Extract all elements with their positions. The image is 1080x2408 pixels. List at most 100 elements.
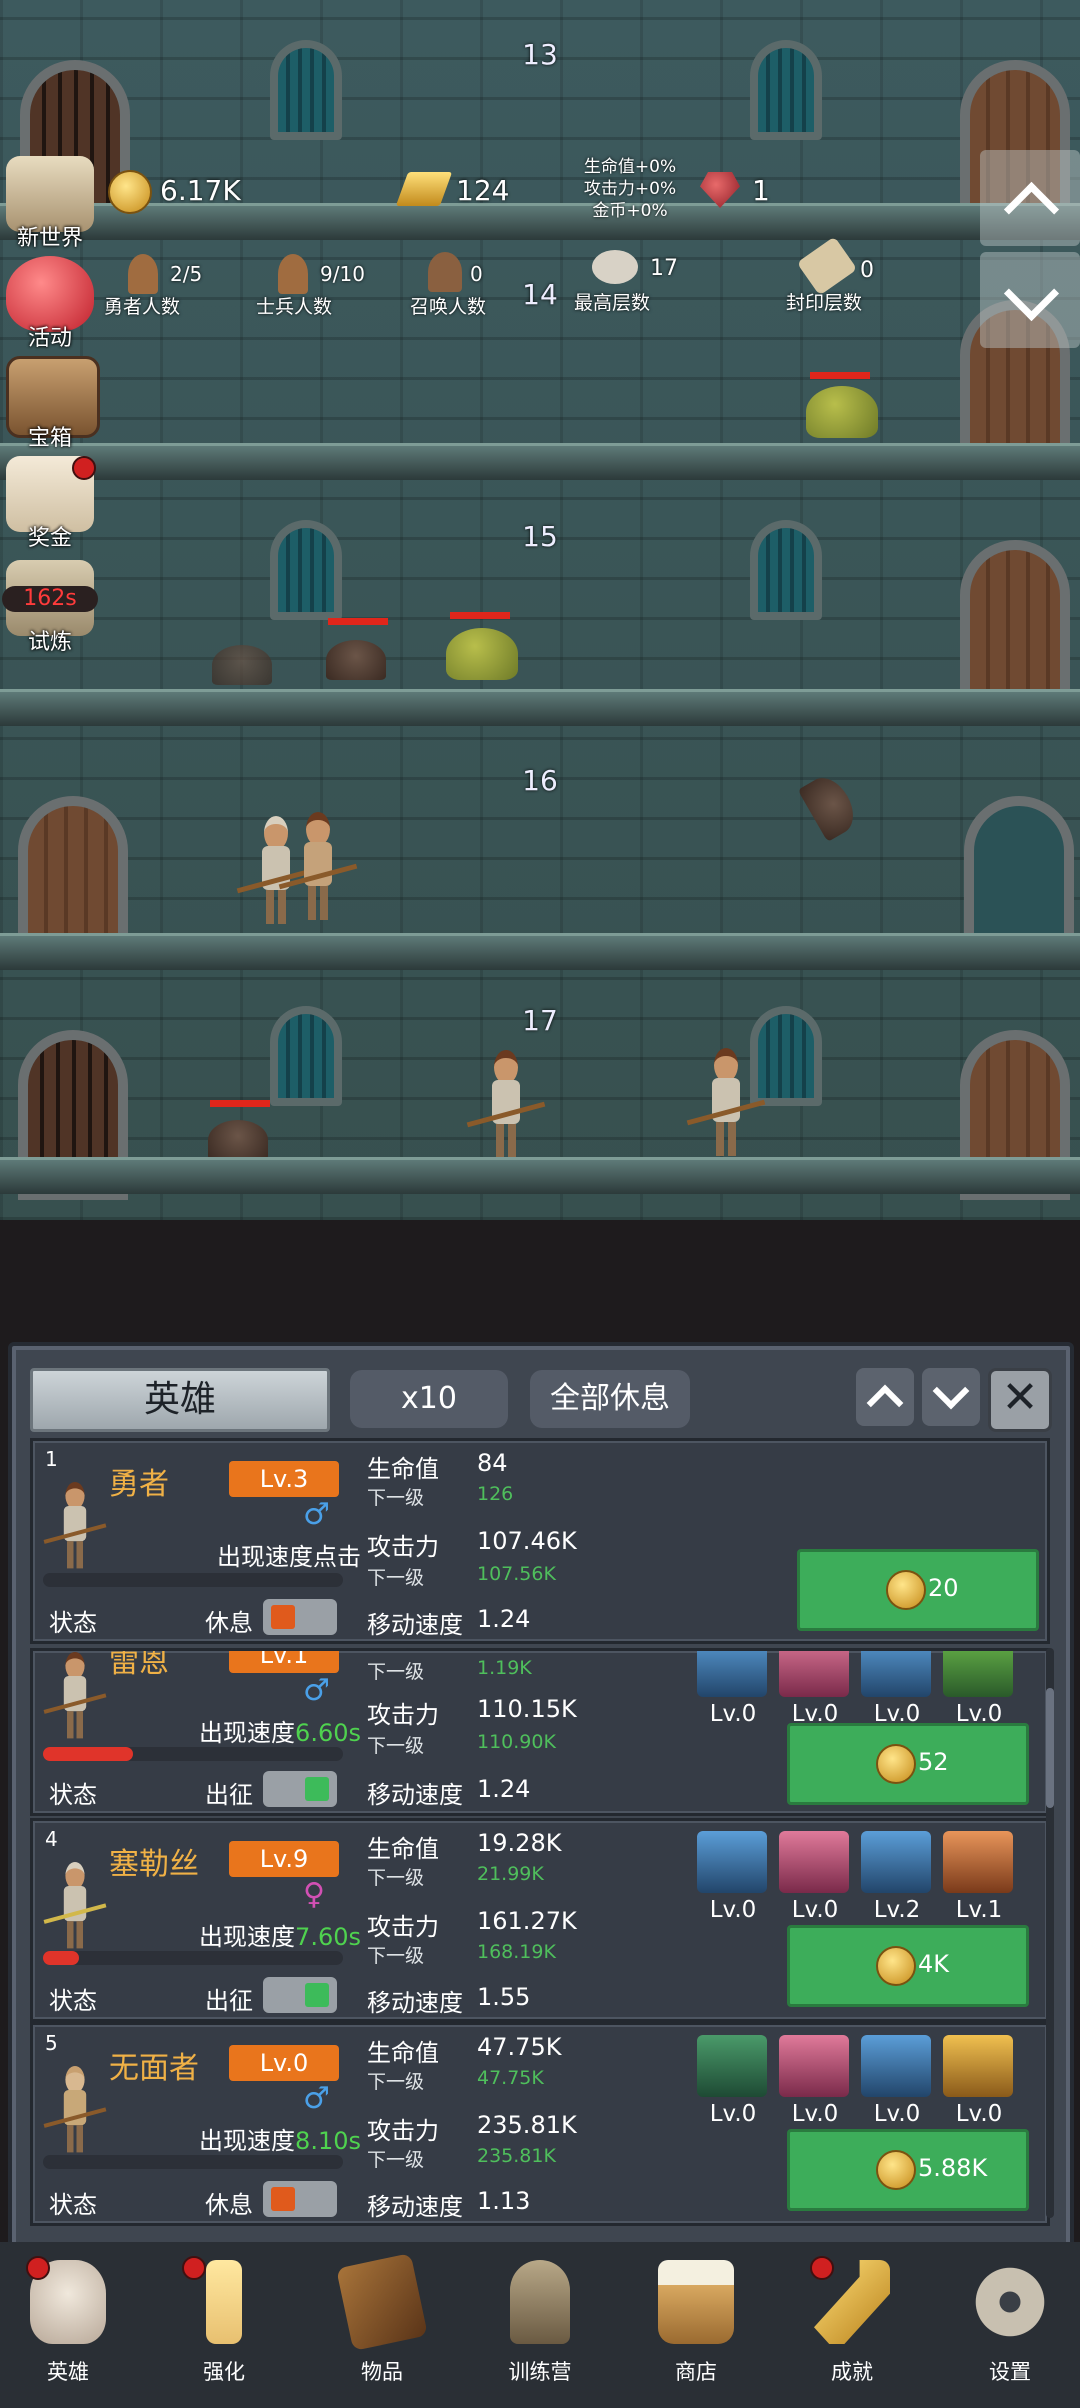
bonus-atk: 攻击力+0% [583,179,677,199]
gold-coin-icon [886,1570,926,1610]
upgrade-button[interactable]: 20 [797,1549,1039,1631]
spider-enemy[interactable] [212,645,272,685]
atk-label: 攻击力 [367,1913,439,1941]
status-label: 状态 [49,1609,97,1637]
soldier-count-label: 士兵人数 [256,296,333,318]
menu-trial[interactable]: 162s 试炼 [0,560,100,655]
blade-equip-icon[interactable] [779,2035,849,2097]
nav-enhance-label: 强化 [203,2360,245,2384]
floor-16: 16 [0,726,1080,970]
gold-coin-icon [876,1744,916,1784]
move-up-button[interactable] [856,1368,914,1426]
chains-equip-icon[interactable] [943,1831,1013,1893]
hero-rank: 1 [45,1447,58,1471]
hero-sprite[interactable] [466,1050,546,1160]
trial-timer: 162s [2,586,98,612]
chevron-up-icon [1003,181,1060,238]
hero-sprite[interactable] [278,812,358,922]
claw-equip-icon[interactable] [779,1651,849,1697]
rest-all-button[interactable]: 全部休息 [530,1370,690,1428]
floor-number: 17 [522,1004,558,1037]
notification-dot [810,2256,834,2280]
upgrade-button[interactable]: 5.88K [787,2129,1029,2211]
gold-amount: 6.17K [160,174,241,207]
slime-enemy[interactable] [446,628,518,680]
hp-label: 生命值 [367,1455,439,1483]
scroll-up-button[interactable] [980,150,1080,246]
spider-enemy[interactable] [208,1120,268,1160]
hero-card[interactable]: 4 塞勒丝 Lv.9 ♀ 出现速度7.60s 状态 出征 生命值 19.28K … [30,1818,1050,2022]
hp-label: 生命值 [367,1835,439,1863]
bonus-gold: 金币+0% [592,201,668,221]
hp-next-value: 1.19K [477,1657,532,1679]
castle-window [270,40,342,140]
next-level-label: 下一级 [367,1945,425,1967]
nav-achievements[interactable]: 成就 [792,2252,912,2402]
equip-level: Lv.0 [709,2101,757,2127]
atk-value: 107.46K [477,1527,577,1555]
panel-scrollbar[interactable] [1046,1648,1054,2218]
move-speed-value: 1.24 [477,1605,531,1633]
menu-new-world[interactable]: 新世界 [0,156,100,251]
hero-sprite[interactable] [686,1048,766,1158]
beast-equip-icon[interactable] [779,1831,849,1893]
nav-training[interactable]: 训练营 [480,2252,600,2402]
notification-dot [72,456,96,480]
hero-sprite[interactable] [236,816,316,926]
menu-treasure[interactable]: 宝箱 [0,356,100,451]
status-toggle[interactable] [263,1599,337,1635]
status-toggle[interactable] [263,1977,337,2013]
menu-events[interactable]: 活动 [0,256,100,351]
close-icon[interactable]: ✕ [988,1368,1052,1432]
menu-bonus[interactable]: 奖金 [0,456,100,551]
nav-enhance[interactable]: 强化 [164,2252,284,2402]
hero-card[interactable]: 5 无面者 Lv.0 ♂ 出现速度8.10s 状态 休息 生命值 47.75K … [30,2022,1050,2226]
slime-enemy[interactable] [806,386,878,438]
tab-hero[interactable]: 英雄 [30,1368,330,1432]
nav-shop[interactable]: 商店 [636,2252,756,2402]
hp-value: 19.28K [477,1829,562,1857]
sword-equip-icon[interactable] [697,1651,767,1697]
floor-15: 15 [0,480,1080,726]
upgrade-button[interactable]: 4K [787,1925,1029,2007]
status-toggle[interactable] [263,2181,337,2217]
hero-level-badge: Lv.3 [229,1461,339,1497]
upgrade-button[interactable]: 52 [787,1723,1029,1805]
nav-settings[interactable]: 设置 [950,2252,1070,2402]
floor-13-14: 13 14 [0,0,1080,480]
hero-count-icon [128,254,158,294]
helmet-equip-icon[interactable] [943,2035,1013,2097]
greaves-equip-icon[interactable] [861,1831,931,1893]
shield-equip-icon[interactable] [697,1831,767,1893]
hero-card[interactable]: 雷恩 Lv.1 ♂ 出现速度6.60s 状态 出征 下一级 1.19K 攻击力 … [30,1648,1050,1816]
male-icon: ♂ [303,1497,330,1532]
sword-equip-icon[interactable] [697,2035,767,2097]
gold-coin-icon [108,170,152,214]
move-speed-label: 移动速度 [367,1989,463,2017]
spider-enemy[interactable] [326,640,386,680]
status-label: 状态 [49,1987,97,2015]
menu-events-label: 活动 [27,326,72,351]
scroll-down-button[interactable] [980,252,1080,348]
nav-hero[interactable]: 英雄 [8,2252,128,2402]
atk-next-value: 235.81K [477,2145,556,2167]
dragon-equip-icon[interactable] [943,1651,1013,1697]
boots-equip-icon[interactable] [861,1651,931,1697]
next-level-label: 下一级 [367,1567,425,1589]
next-level-label: 下一级 [367,1735,425,1757]
enemy-hp-bar [210,1100,270,1107]
menu-new-world-label: 新世界 [16,226,83,251]
atk-value: 161.27K [477,1907,577,1935]
boots-equip-icon[interactable] [861,2035,931,2097]
spawn-progress [43,1951,343,1965]
move-down-button[interactable] [922,1368,980,1426]
hero-portrait [43,1651,107,1751]
status-toggle[interactable] [263,1771,337,1807]
nav-items[interactable]: 物品 [322,2252,442,2402]
chevron-down-icon [932,1372,970,1410]
spawn-speed: 出现速度6.60s [199,1719,361,1747]
hp-next-value: 126 [477,1483,514,1505]
hero-card[interactable]: 1 勇者 Lv.3 ♂ 出现速度点击 状态 休息 生命值 84 下一级 126 … [30,1438,1050,1644]
multiplier-button[interactable]: x10 [350,1370,508,1428]
hp-next-value: 47.75K [477,2067,544,2089]
